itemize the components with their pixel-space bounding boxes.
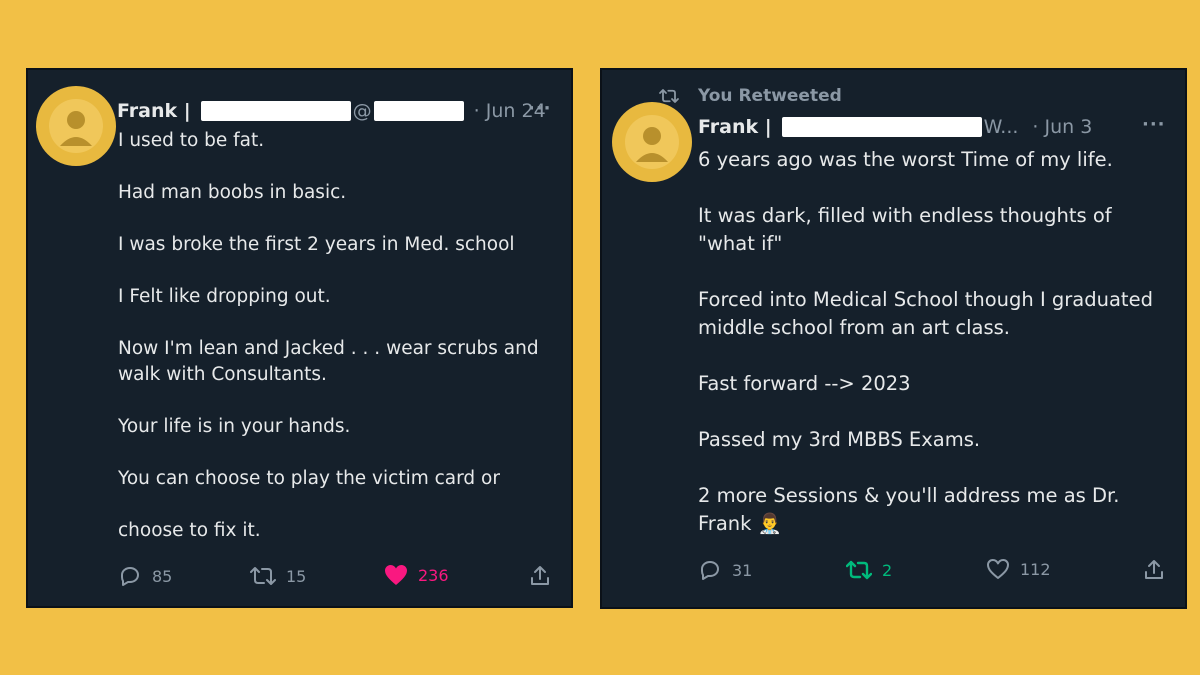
tweet-line: Your life is in your hands. <box>118 416 351 437</box>
retweet-icon <box>250 567 276 585</box>
tweet-line: 6 years ago was the worst Time of my lif… <box>698 148 1113 171</box>
tweet-line: You can choose to play the victim card o… <box>118 468 500 489</box>
author-name[interactable]: Frank | <box>117 100 191 122</box>
tweet-header: Frank | @ · Jun 24 <box>117 100 546 122</box>
redacted-handle <box>373 101 464 121</box>
heart-outline-icon <box>987 559 1009 579</box>
retweeted-indicator: You Retweeted <box>658 86 842 106</box>
share-icon <box>531 566 549 585</box>
tweet-body: I used to be fat. Had man boobs in basic… <box>118 128 558 570</box>
share-button[interactable] <box>528 564 552 588</box>
author-name[interactable]: Frank | <box>698 116 772 138</box>
reply-icon <box>701 561 719 580</box>
tweet-line: Forced into Medical School though I grad… <box>698 288 1153 339</box>
reply-button[interactable]: 31 <box>698 558 752 582</box>
reply-button[interactable]: 85 <box>118 564 172 588</box>
more-options-button[interactable]: ··· <box>528 98 552 119</box>
avatar[interactable] <box>612 102 692 182</box>
retweet-button[interactable]: 2 <box>846 558 892 582</box>
retweet-button[interactable]: 15 <box>250 564 306 588</box>
avatar[interactable] <box>36 86 116 166</box>
tweet-line: Now I'm lean and Jacked . . . wear scrub… <box>118 338 539 385</box>
tweet-line: I Felt like dropping out. <box>118 286 331 307</box>
share-button[interactable] <box>1142 558 1166 582</box>
retweet-count: 2 <box>882 560 893 580</box>
tweet-date[interactable]: · Jun 3 <box>1032 116 1092 138</box>
like-button[interactable]: 112 <box>986 558 1051 580</box>
tweet-line: Passed my 3rd MBBS Exams. <box>698 428 981 451</box>
tweet-line: choose to fix it. <box>118 520 261 541</box>
heart-filled-icon <box>385 565 407 585</box>
reply-count: 85 <box>152 566 173 586</box>
tweet-card-right[interactable]: You Retweeted Frank | W... · Jun 3 ··· 6… <box>600 68 1187 609</box>
tweet-card-left[interactable]: Frank | @ · Jun 24 ··· I used to be fat.… <box>26 68 573 608</box>
handle-fragment: W... <box>983 116 1019 138</box>
tweet-actions: 85 15 236 <box>118 564 558 592</box>
retweet-icon <box>846 560 872 580</box>
like-count: 236 <box>418 565 449 585</box>
more-options-button[interactable]: ··· <box>1142 114 1166 135</box>
tweet-line: Had man boobs in basic. <box>118 182 347 203</box>
tweet-line: Fast forward --> 2023 <box>698 372 911 395</box>
share-icon <box>1145 560 1163 579</box>
tweet-body: 6 years ago was the worst Time of my lif… <box>698 146 1168 566</box>
reply-icon <box>121 567 139 586</box>
like-count: 112 <box>1020 559 1051 579</box>
tweet-header: Frank | W... · Jun 3 <box>698 116 1092 138</box>
handle-fragment: @ <box>352 100 372 122</box>
avatar-portrait-icon <box>49 99 103 153</box>
like-button[interactable]: 236 <box>384 564 449 586</box>
tweet-line: 2 more Sessions & you'll address me as D… <box>698 484 1120 535</box>
retweet-count: 15 <box>286 566 307 586</box>
retweeted-label: You Retweeted <box>698 86 842 106</box>
avatar-portrait-icon <box>625 115 679 169</box>
redacted-handle <box>200 101 351 121</box>
tweet-actions: 31 2 112 <box>698 558 1168 586</box>
redacted-handle <box>781 117 982 137</box>
tweet-line: I used to be fat. <box>118 130 265 151</box>
tweet-line: I was broke the first 2 years in Med. sc… <box>118 234 515 255</box>
reply-count: 31 <box>732 560 753 580</box>
tweet-line: It was dark, filled with endless thought… <box>698 204 1112 255</box>
